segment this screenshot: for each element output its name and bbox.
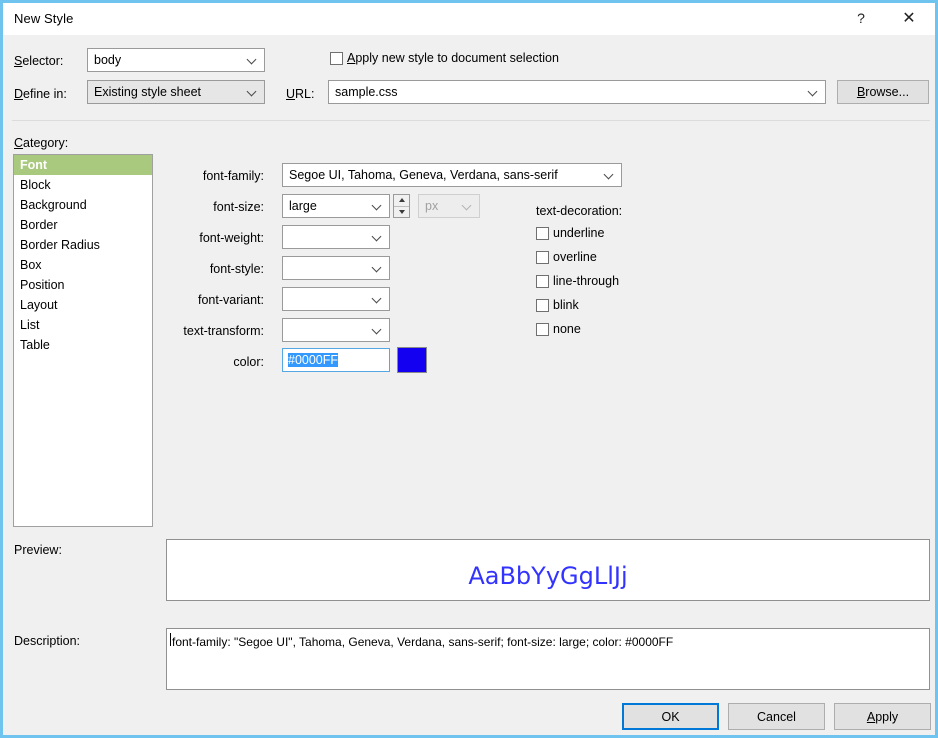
url-label: URL:	[286, 87, 315, 101]
text-decoration-line-through-checkbox[interactable]: line-through	[536, 274, 619, 288]
preview-label: Preview:	[14, 543, 62, 557]
chevron-down-icon	[373, 263, 382, 272]
checkbox-label: blink	[553, 298, 579, 312]
selector-combo[interactable]: body	[87, 48, 265, 72]
ok-label: OK	[661, 709, 680, 724]
chevron-down-icon	[248, 87, 257, 96]
apply-button[interactable]: Apply	[834, 703, 931, 730]
ok-button[interactable]: OK	[622, 703, 719, 730]
preview-sample-text: AaBbYyGgLlJj	[468, 562, 628, 590]
new-style-dialog: New Style ? ✕ Selector: body Apply new s…	[0, 0, 938, 738]
color-combo[interactable]: #0000FF	[282, 348, 390, 372]
font-style-combo[interactable]	[282, 256, 390, 280]
title-bar: New Style ? ✕	[3, 3, 935, 35]
text-decoration-overline-checkbox[interactable]: overline	[536, 250, 597, 264]
category-item-border[interactable]: Border	[14, 215, 152, 235]
url-value: sample.css	[335, 85, 398, 99]
apply-to-selection-checkbox[interactable]: Apply new style to document selection	[330, 51, 559, 65]
checkbox-box	[536, 226, 549, 240]
define-in-label: Define in:	[14, 87, 67, 101]
apply-to-selection-label: Apply new style to document selection	[347, 51, 559, 65]
font-weight-label: font-weight:	[199, 231, 264, 245]
category-item-border-radius[interactable]: Border Radius	[14, 235, 152, 255]
chevron-down-icon	[373, 232, 382, 241]
chevron-down-icon	[248, 55, 257, 64]
description-box[interactable]: font-family: "Segoe UI", Tahoma, Geneva,…	[166, 628, 930, 690]
description-text: font-family: "Segoe UI", Tahoma, Geneva,…	[172, 635, 674, 649]
chevron-down-icon	[605, 170, 614, 179]
selector-label: Selector:	[14, 54, 64, 68]
font-style-label: font-style:	[209, 262, 264, 276]
font-weight-combo[interactable]	[282, 225, 390, 249]
top-divider	[12, 120, 930, 121]
selector-value: body	[94, 53, 122, 67]
color-swatch[interactable]	[397, 347, 427, 373]
checkbox-label: none	[553, 322, 581, 336]
text-transform-combo[interactable]	[282, 318, 390, 342]
cancel-button[interactable]: Cancel	[728, 703, 825, 730]
chevron-down-icon	[373, 201, 382, 210]
window-title: New Style	[14, 11, 74, 26]
color-label: color:	[233, 355, 264, 369]
checkbox-label: overline	[553, 250, 597, 264]
category-item-list[interactable]: List	[14, 315, 152, 335]
category-item-position[interactable]: Position	[14, 275, 152, 295]
define-in-value: Existing style sheet	[94, 85, 201, 99]
apply-label: Apply	[866, 709, 899, 724]
chevron-down-icon	[373, 325, 382, 334]
define-in-combo[interactable]: Existing style sheet	[87, 80, 265, 104]
font-size-stepper[interactable]	[393, 194, 410, 218]
text-decoration-underline-checkbox[interactable]: underline	[536, 226, 604, 240]
text-caret	[170, 633, 171, 646]
text-decoration-none-checkbox[interactable]: none	[536, 322, 581, 336]
chevron-down-icon	[809, 87, 818, 96]
color-value: #0000FF	[288, 353, 339, 367]
browse-button[interactable]: Browse...	[837, 80, 929, 104]
category-item-font[interactable]: Font	[14, 155, 152, 175]
font-size-unit-value: px	[425, 199, 439, 213]
font-family-label: font-family:	[202, 169, 264, 183]
checkbox-label: line-through	[553, 274, 620, 288]
font-size-combo[interactable]: large	[282, 194, 390, 218]
font-family-value: Segoe UI, Tahoma, Geneva, Verdana, sans-…	[289, 168, 558, 182]
text-transform-label: text-transform:	[183, 324, 264, 338]
category-item-background[interactable]: Background	[14, 195, 152, 215]
checkbox-label: underline	[553, 226, 605, 240]
stepper-up-icon[interactable]	[394, 195, 409, 206]
close-icon[interactable]: ✕	[887, 3, 931, 33]
text-decoration-label: text-decoration:	[536, 204, 623, 218]
cancel-label: Cancel	[757, 709, 796, 724]
font-size-value: large	[289, 199, 317, 213]
font-variant-label: font-variant:	[197, 293, 264, 307]
category-list[interactable]: Font Block Background Border Border Radi…	[13, 154, 153, 527]
chevron-down-icon	[463, 201, 472, 210]
font-size-label: font-size:	[213, 200, 264, 214]
browse-label: Browse...	[856, 85, 910, 99]
text-decoration-blink-checkbox[interactable]: blink	[536, 298, 579, 312]
chevron-down-icon	[373, 294, 382, 303]
category-item-box[interactable]: Box	[14, 255, 152, 275]
checkbox-box	[330, 51, 343, 65]
font-variant-combo[interactable]	[282, 287, 390, 311]
checkbox-box	[536, 322, 549, 336]
category-label: Category:	[14, 136, 69, 150]
checkbox-box	[536, 274, 549, 288]
preview-box: AaBbYyGgLlJj	[166, 539, 930, 601]
checkbox-box	[536, 298, 549, 312]
font-size-unit-combo[interactable]: px	[418, 194, 480, 218]
category-item-layout[interactable]: Layout	[14, 295, 152, 315]
url-combo[interactable]: sample.css	[328, 80, 826, 104]
category-item-block[interactable]: Block	[14, 175, 152, 195]
checkbox-box	[536, 250, 549, 264]
description-label: Description:	[14, 634, 80, 648]
category-item-table[interactable]: Table	[14, 335, 152, 355]
font-family-combo[interactable]: Segoe UI, Tahoma, Geneva, Verdana, sans-…	[282, 163, 622, 187]
question-mark-icon[interactable]: ?	[839, 3, 883, 33]
stepper-down-icon[interactable]	[394, 205, 409, 218]
